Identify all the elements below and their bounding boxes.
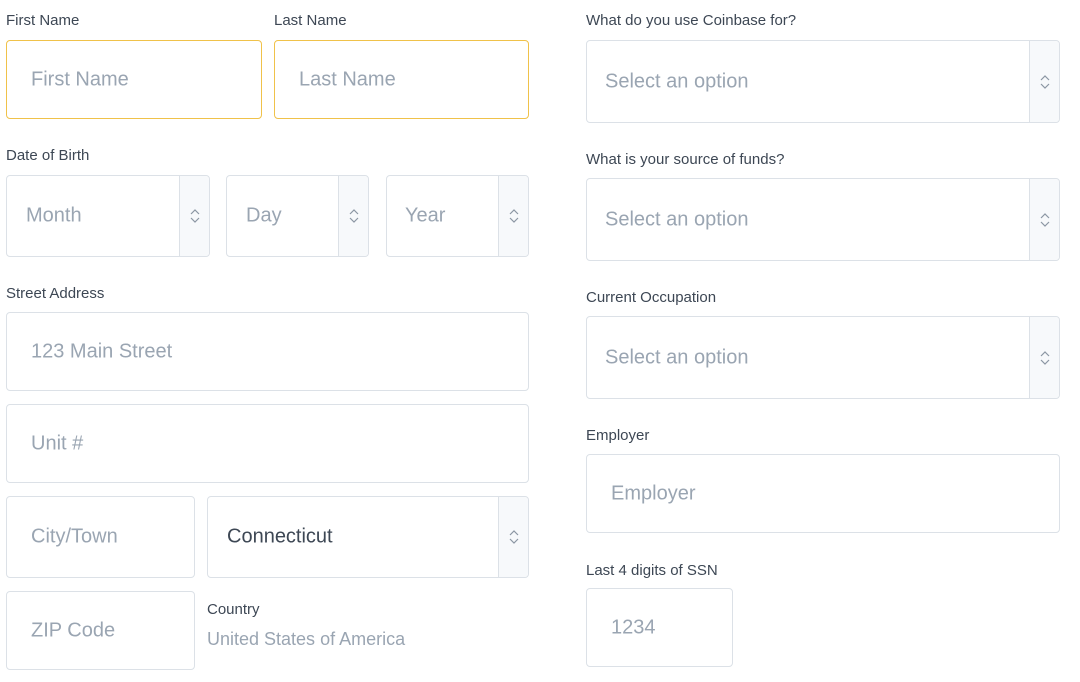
- chevron-up-down-icon: [498, 497, 528, 577]
- street-label: Street Address: [6, 285, 105, 302]
- occupation-label: Current Occupation: [586, 289, 717, 306]
- country-value: United States of America: [207, 629, 406, 649]
- last-name-placeholder: Last Name: [299, 68, 396, 90]
- first-name-input[interactable]: First Name: [6, 40, 262, 119]
- chevron-up-down-icon: [1029, 317, 1059, 398]
- day-select[interactable]: Day: [226, 175, 369, 257]
- first-name-placeholder: First Name: [31, 68, 129, 90]
- first-name-label: First Name: [6, 12, 80, 29]
- last-name-label: Last Name: [274, 12, 347, 29]
- employer-label: Employer: [586, 427, 650, 444]
- chevron-up-down-icon: [1029, 41, 1059, 122]
- country-label: Country: [207, 601, 260, 618]
- city-input[interactable]: City/Town: [6, 496, 195, 578]
- employer-placeholder: Employer: [611, 482, 696, 504]
- ssn-input[interactable]: 1234: [586, 588, 733, 667]
- employer-input[interactable]: Employer: [586, 454, 1060, 533]
- year-value: Year: [405, 204, 446, 227]
- funds-placeholder: Select an option: [605, 208, 749, 230]
- funds-label: What is your source of funds?: [586, 151, 785, 168]
- city-placeholder: City/Town: [31, 525, 118, 548]
- chevron-up-down-icon: [1029, 179, 1059, 260]
- use-placeholder: Select an option: [605, 70, 749, 92]
- occupation-select[interactable]: Select an option: [586, 316, 1060, 399]
- occupation-placeholder: Select an option: [605, 346, 749, 368]
- use-label: What do you use Coinbase for?: [586, 12, 797, 29]
- street-input[interactable]: 123 Main Street: [6, 312, 529, 391]
- year-select[interactable]: Year: [386, 175, 529, 257]
- month-value: Month: [26, 204, 82, 227]
- unit-placeholder: Unit #: [31, 432, 84, 454]
- last-name-input[interactable]: Last Name: [274, 40, 529, 119]
- chevron-up-down-icon: [498, 176, 528, 256]
- ssn-placeholder: 1234: [611, 616, 656, 638]
- month-select[interactable]: Month: [6, 175, 210, 257]
- state-select[interactable]: Connecticut: [207, 496, 529, 578]
- state-value: Connecticut: [227, 525, 333, 548]
- day-value: Day: [246, 204, 282, 227]
- unit-input[interactable]: Unit #: [6, 404, 529, 483]
- ssn-label: Last 4 digits of SSN: [586, 562, 718, 579]
- chevron-up-down-icon: [179, 176, 209, 256]
- dob-label: Date of Birth: [6, 147, 90, 164]
- funds-select[interactable]: Select an option: [586, 178, 1060, 261]
- street-placeholder: 123 Main Street: [31, 340, 173, 362]
- zip-input[interactable]: ZIP Code: [6, 591, 195, 670]
- chevron-up-down-icon: [338, 176, 368, 256]
- use-select[interactable]: Select an option: [586, 40, 1060, 123]
- zip-placeholder: ZIP Code: [31, 619, 116, 641]
